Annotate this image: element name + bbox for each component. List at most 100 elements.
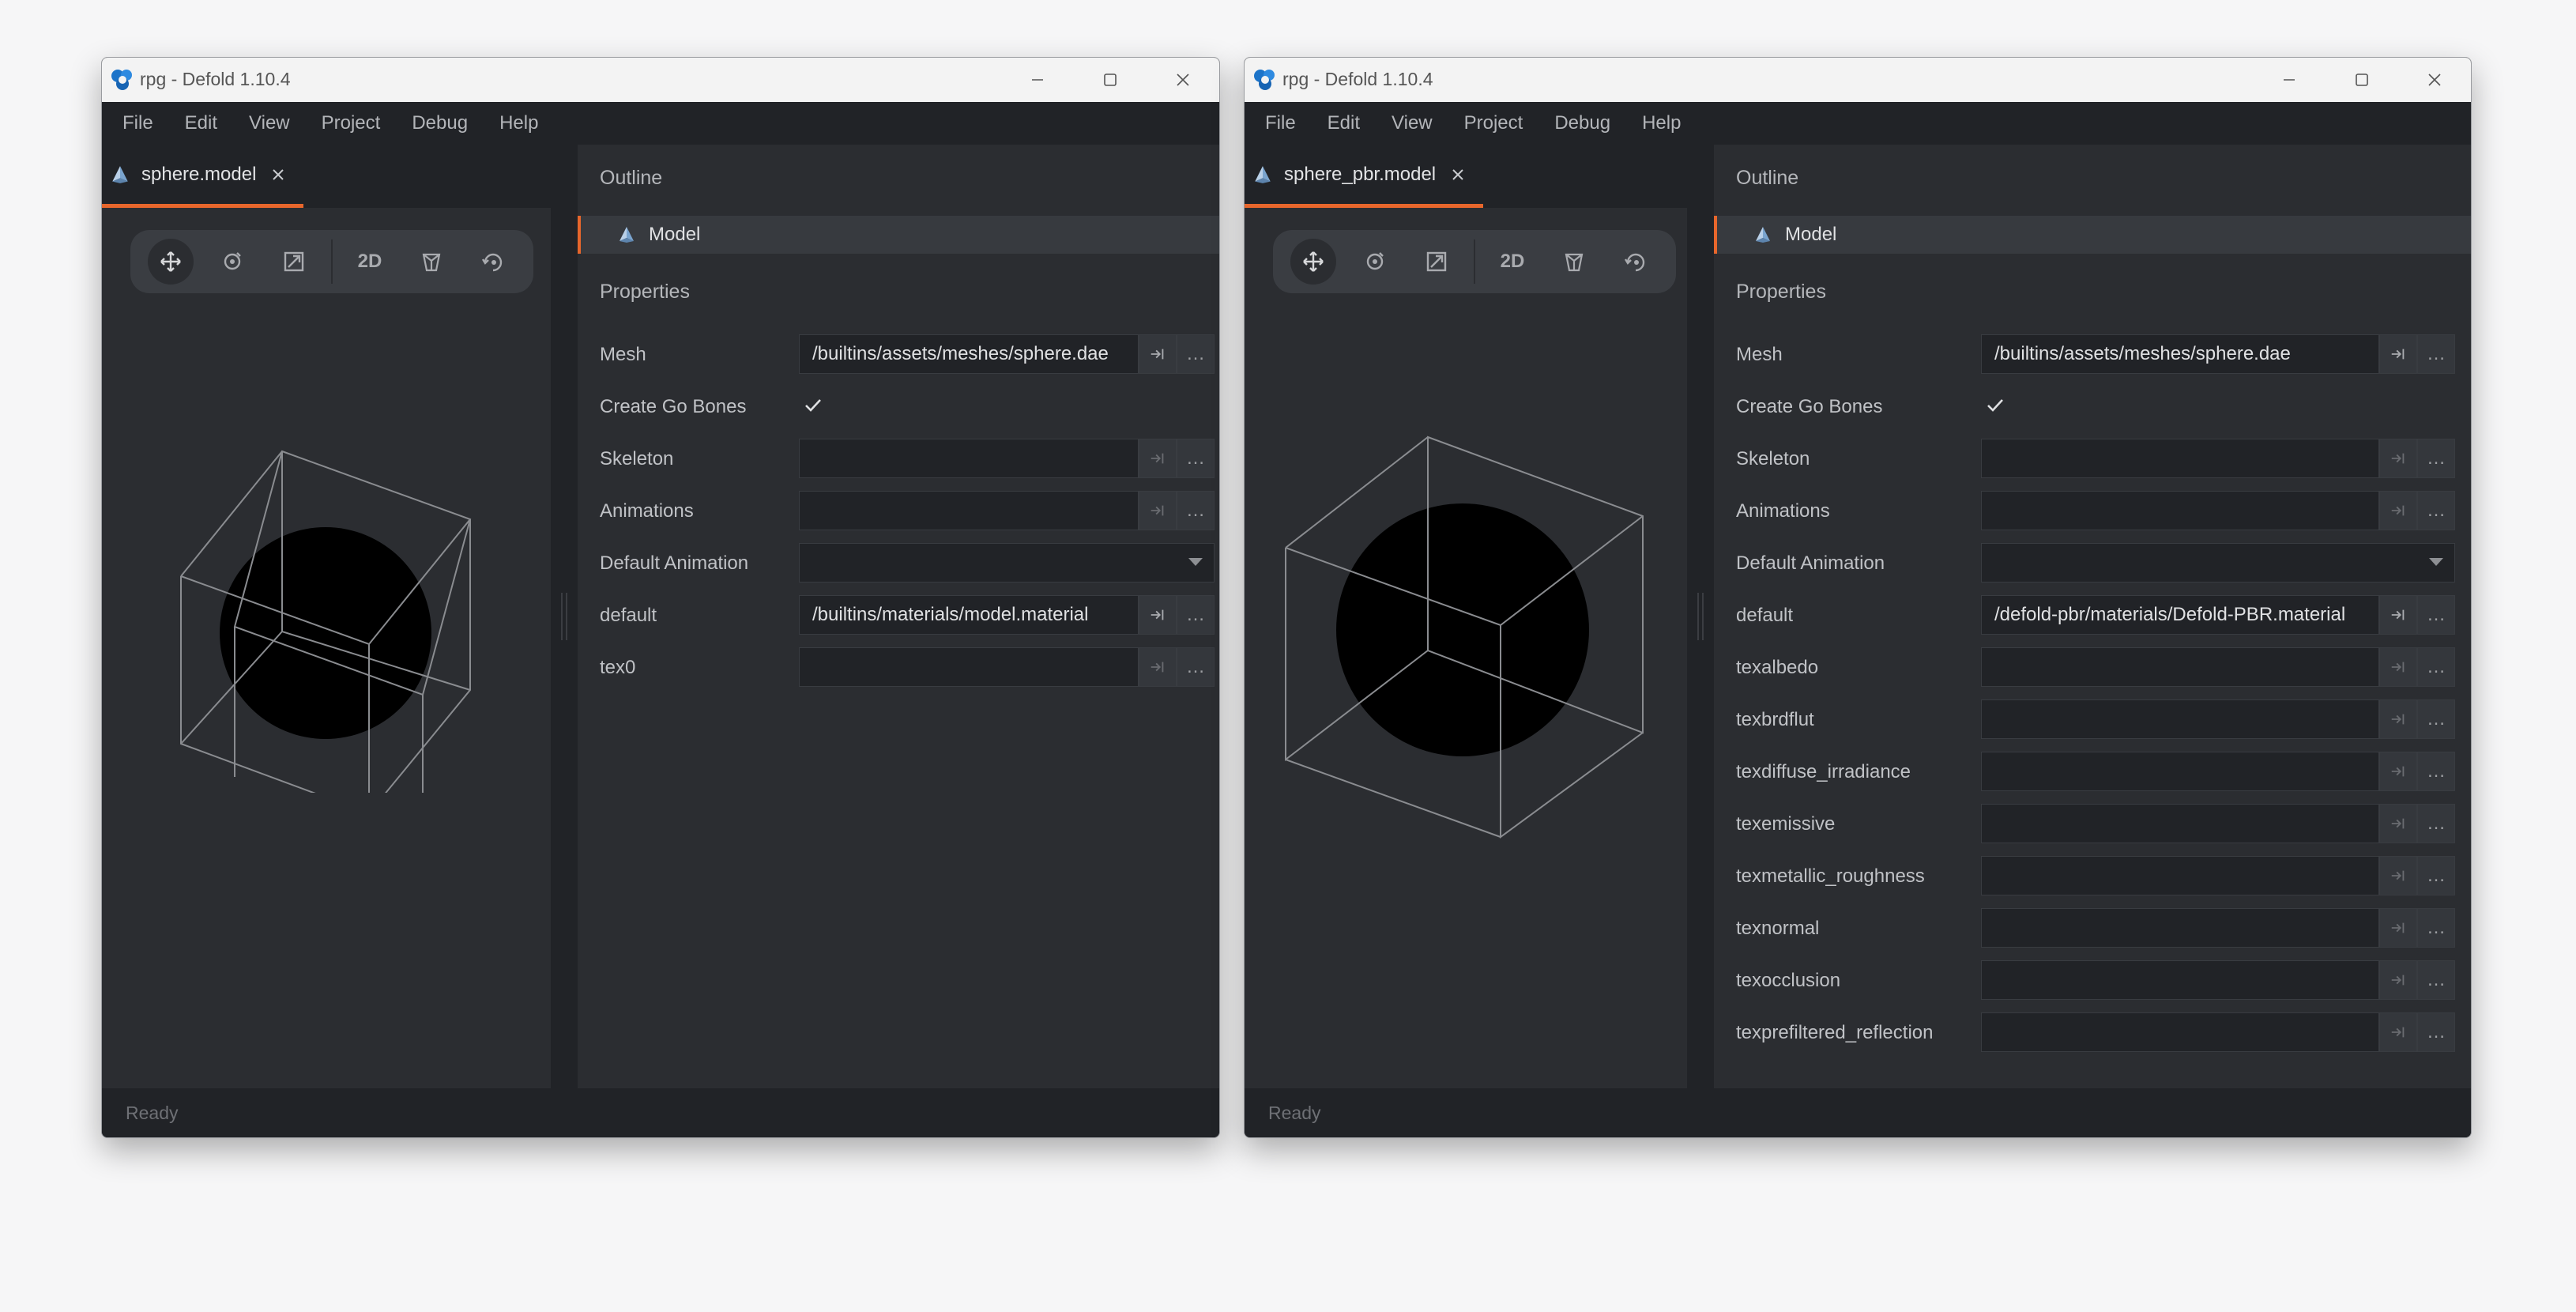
toggle-2d-button[interactable]: 2D	[347, 239, 393, 285]
menu-project[interactable]: Project	[322, 112, 381, 134]
menu-help[interactable]: Help	[1642, 112, 1681, 134]
create-go-bones-checkbox[interactable]	[800, 393, 826, 418]
pane-splitter[interactable]	[551, 145, 578, 1088]
goto-skeleton-button[interactable]	[1139, 439, 1177, 478]
goto-mesh-button[interactable]	[1139, 334, 1177, 374]
goto-material-button[interactable]	[2379, 595, 2417, 635]
texprefiltered-reflection-field[interactable]	[1981, 1012, 2379, 1052]
perspective-button[interactable]	[409, 239, 454, 285]
menu-project[interactable]: Project	[1464, 112, 1523, 134]
create-go-bones-checkbox[interactable]	[1983, 393, 2008, 418]
browse-texbrdflut-button[interactable]: …	[2417, 699, 2455, 739]
browse-texemissive-button[interactable]: …	[2417, 804, 2455, 843]
menu-debug[interactable]: Debug	[412, 112, 468, 134]
splitter-grip[interactable]	[561, 593, 567, 640]
scale-tool-button[interactable]	[1414, 239, 1459, 285]
browse-material-button[interactable]: …	[1177, 595, 1215, 635]
browse-texdiffuse-irradiance-button[interactable]: …	[2417, 752, 2455, 791]
skeleton-field[interactable]	[799, 439, 1139, 478]
browse-texmetallic-roughness-button[interactable]: …	[2417, 856, 2455, 895]
browse-texocclusion-button[interactable]: …	[2417, 960, 2455, 1000]
move-tool-button[interactable]	[148, 239, 194, 285]
toggle-2d-button[interactable]: 2D	[1489, 239, 1535, 285]
scene-viewport[interactable]: 2D	[1245, 208, 1687, 1088]
outline-item-model[interactable]: Model	[1714, 216, 2471, 254]
material-field[interactable]: /defold-pbr/materials/Defold-PBR.materia…	[1981, 595, 2379, 635]
texocclusion-field[interactable]	[1981, 960, 2379, 1000]
browse-mesh-button[interactable]: …	[1177, 334, 1215, 374]
reset-camera-button[interactable]	[470, 239, 516, 285]
close-window-button[interactable]	[1147, 59, 1219, 100]
menu-debug[interactable]: Debug	[1554, 112, 1610, 134]
goto-texprefiltered-reflection-button[interactable]	[2379, 1012, 2417, 1052]
browse-tex0-button[interactable]: …	[1177, 647, 1215, 687]
status-text: Ready	[1268, 1103, 1321, 1123]
rotate-tool-button[interactable]	[1352, 239, 1398, 285]
animations-field[interactable]	[1981, 491, 2379, 530]
menu-file[interactable]: File	[1265, 112, 1296, 134]
scale-tool-button[interactable]	[271, 239, 317, 285]
browse-animations-button[interactable]: …	[1177, 491, 1215, 530]
tab-sphere-pbr-model[interactable]: sphere_pbr.model	[1245, 145, 1484, 208]
menu-bar: File Edit View Project Debug Help	[1245, 102, 2471, 145]
browse-material-button[interactable]: …	[2417, 595, 2455, 635]
minimize-button[interactable]	[2253, 59, 2326, 100]
goto-skeleton-button[interactable]	[2379, 439, 2417, 478]
browse-texprefiltered-reflection-button[interactable]: …	[2417, 1012, 2455, 1052]
maximize-button[interactable]	[1074, 59, 1147, 100]
tab-sphere-model[interactable]: sphere.model	[102, 145, 304, 208]
goto-mesh-button[interactable]	[2379, 334, 2417, 374]
reset-camera-button[interactable]	[1613, 239, 1659, 285]
menu-view[interactable]: View	[1392, 112, 1433, 134]
rotate-tool-button[interactable]	[209, 239, 255, 285]
splitter-grip[interactable]	[1697, 593, 1704, 640]
minimize-button[interactable]	[1001, 59, 1074, 100]
pane-splitter[interactable]	[1687, 145, 1714, 1088]
menu-edit[interactable]: Edit	[1328, 112, 1360, 134]
move-tool-button[interactable]	[1290, 239, 1336, 285]
menu-view[interactable]: View	[249, 112, 290, 134]
browse-animations-button[interactable]: …	[2417, 491, 2455, 530]
texbrdflut-field[interactable]	[1981, 699, 2379, 739]
menu-file[interactable]: File	[122, 112, 153, 134]
perspective-button[interactable]	[1551, 239, 1597, 285]
texalbedo-field[interactable]	[1981, 647, 2379, 687]
material-field[interactable]: /builtins/materials/model.material	[799, 595, 1139, 635]
goto-tex0-button[interactable]	[1139, 647, 1177, 687]
menu-edit[interactable]: Edit	[185, 112, 217, 134]
goto-animations-button[interactable]	[1139, 491, 1177, 530]
close-tab-icon[interactable]	[270, 167, 286, 183]
goto-texemissive-button[interactable]	[2379, 804, 2417, 843]
outline-item-model[interactable]: Model	[578, 216, 1219, 254]
browse-skeleton-button[interactable]: …	[2417, 439, 2455, 478]
scene-viewport[interactable]: 2D	[102, 208, 551, 1088]
mesh-field[interactable]: /builtins/assets/meshes/sphere.dae	[799, 334, 1139, 374]
browse-skeleton-button[interactable]: …	[1177, 439, 1215, 478]
browse-texnormal-button[interactable]: …	[2417, 908, 2455, 948]
goto-material-button[interactable]	[1139, 595, 1177, 635]
mesh-field[interactable]: /builtins/assets/meshes/sphere.dae	[1981, 334, 2379, 374]
animations-field[interactable]	[799, 491, 1139, 530]
close-window-button[interactable]	[2398, 59, 2471, 100]
texnormal-field[interactable]	[1981, 908, 2379, 948]
texmetallic-roughness-field[interactable]	[1981, 856, 2379, 895]
skeleton-field[interactable]	[1981, 439, 2379, 478]
texemissive-field[interactable]	[1981, 804, 2379, 843]
default-animation-select[interactable]	[1981, 543, 2455, 582]
goto-texocclusion-button[interactable]	[2379, 960, 2417, 1000]
goto-texbrdflut-button[interactable]	[2379, 699, 2417, 739]
goto-texdiffuse-irradiance-button[interactable]	[2379, 752, 2417, 791]
default-animation-select[interactable]	[799, 543, 1215, 582]
texdiffuse-irradiance-field[interactable]	[1981, 752, 2379, 791]
goto-texnormal-button[interactable]	[2379, 908, 2417, 948]
goto-texalbedo-button[interactable]	[2379, 647, 2417, 687]
goto-animations-button[interactable]	[2379, 491, 2417, 530]
close-tab-icon[interactable]	[1450, 167, 1466, 183]
goto-texmetallic-roughness-button[interactable]	[2379, 856, 2417, 895]
browse-mesh-button[interactable]: …	[2417, 334, 2455, 374]
maximize-icon	[1104, 74, 1117, 86]
menu-help[interactable]: Help	[499, 112, 538, 134]
browse-texalbedo-button[interactable]: …	[2417, 647, 2455, 687]
maximize-button[interactable]	[2326, 59, 2398, 100]
tex0-field[interactable]	[799, 647, 1139, 687]
